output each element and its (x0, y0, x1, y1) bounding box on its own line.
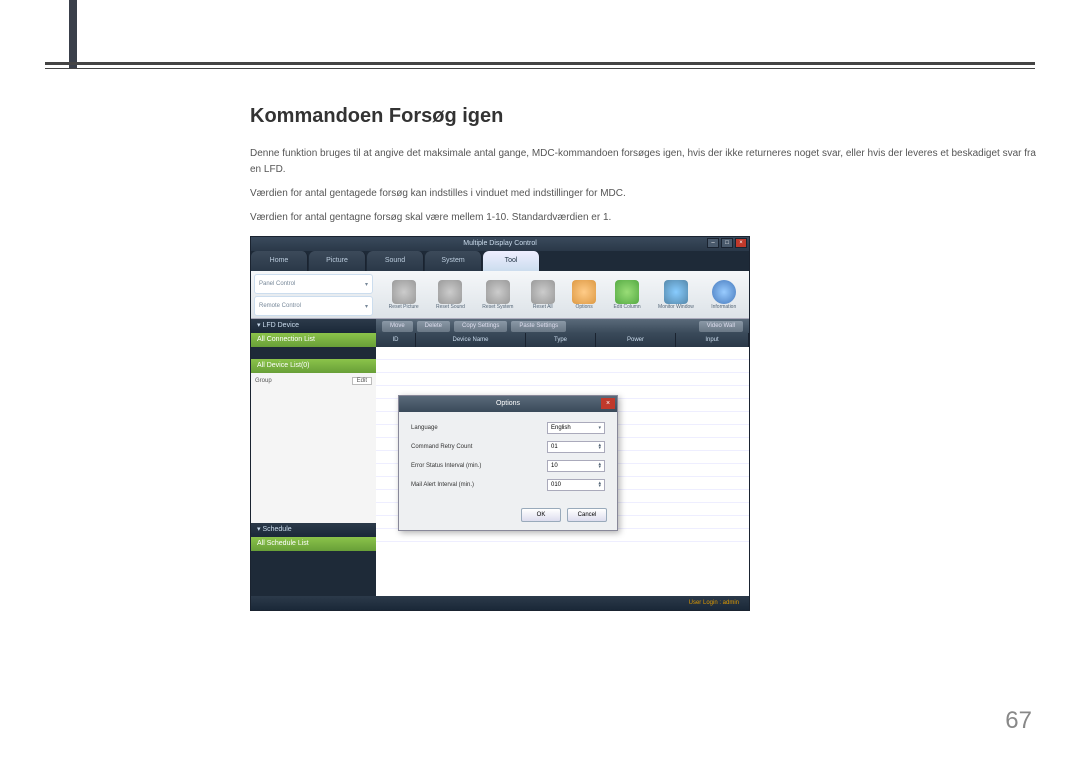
spinner-icon: ▴▾ (598, 463, 601, 469)
dialog-title: Options × (399, 396, 617, 412)
info-icon (712, 280, 736, 304)
error-interval-spinner[interactable]: 10▴▾ (547, 460, 605, 472)
main-area: ▾ LFD Device All Connection List All Dev… (251, 319, 749, 596)
status-bar: User Login : admin (251, 596, 749, 610)
reset-all-icon (531, 280, 555, 304)
sidebar-lfd-header[interactable]: ▾ LFD Device (251, 319, 376, 333)
move-button[interactable]: Move (382, 321, 413, 332)
ok-button[interactable]: OK (521, 508, 561, 522)
dialog-body: Language English▾ Command Retry Count 01… (399, 412, 617, 504)
main-tabs: Home Picture Sound System Tool (251, 251, 749, 271)
reset-picture-icon (392, 280, 416, 304)
tab-home[interactable]: Home (251, 251, 308, 271)
action-bar: Move Delete Copy Settings Paste Settings… (376, 319, 749, 333)
remote-control-dropdown[interactable]: Remote Control ▾ (254, 296, 373, 316)
reset-system-button[interactable]: Reset System (482, 280, 513, 310)
copy-settings-button[interactable]: Copy Settings (454, 321, 507, 332)
sidebar-all-connection[interactable]: All Connection List (251, 333, 376, 347)
tab-system[interactable]: System (425, 251, 482, 271)
sidebar-all-device[interactable]: All Device List(0) (251, 359, 376, 373)
monitor-window-button[interactable]: Monitor Window (658, 280, 694, 310)
retry-count-spinner[interactable]: 01▴▾ (547, 441, 605, 453)
language-select[interactable]: English▾ (547, 422, 605, 434)
table-row (376, 360, 749, 373)
retry-count-label: Command Retry Count (411, 444, 472, 450)
reset-all-button[interactable]: Reset All (531, 280, 555, 310)
video-wall-button[interactable]: Video Wall (699, 321, 743, 332)
column-headers: ID Device Name Type Power Input (376, 333, 749, 347)
sidebar-body: Group Edit (251, 373, 376, 523)
grid-body: Options × Language English▾ Command Retr… (376, 347, 749, 596)
app-screenshot: Multiple Display Control – □ × Home Pict… (250, 236, 750, 611)
reset-sound-button[interactable]: Reset Sound (436, 280, 465, 310)
dialog-close-icon[interactable]: × (601, 398, 615, 409)
tab-sound[interactable]: Sound (367, 251, 424, 271)
table-row (376, 347, 749, 360)
ribbon-icons: Reset Picture Reset Sound Reset System R… (376, 271, 749, 318)
chevron-down-icon: ▾ (598, 427, 601, 430)
sidebar: ▾ LFD Device All Connection List All Dev… (251, 319, 376, 596)
col-device-name[interactable]: Device Name (416, 333, 526, 347)
edit-column-button[interactable]: Edit Column (613, 280, 640, 310)
minimize-icon[interactable]: – (707, 238, 719, 248)
section-heading: Kommandoen Forsøg igen (250, 105, 1040, 128)
content-pane: Move Delete Copy Settings Paste Settings… (376, 319, 749, 596)
spinner-icon: ▴▾ (598, 444, 601, 450)
language-label: Language (411, 425, 438, 431)
panel-control-dropdown[interactable]: Panel Control ▾ (254, 274, 373, 294)
error-interval-label: Error Status Interval (min.) (411, 463, 481, 469)
sidebar-group-label: Group (255, 378, 272, 384)
table-row (376, 373, 749, 386)
col-power[interactable]: Power (596, 333, 676, 347)
page-rule-thin (45, 68, 1035, 69)
sidebar-all-schedule[interactable]: All Schedule List (251, 537, 376, 551)
paragraph-1: Denne funktion bruges til at angive det … (250, 146, 1040, 178)
cancel-button[interactable]: Cancel (567, 508, 607, 522)
delete-button[interactable]: Delete (417, 321, 450, 332)
information-button[interactable]: Information (711, 280, 736, 310)
page-accent (69, 0, 77, 68)
ribbon-left: Panel Control ▾ Remote Control ▾ (251, 271, 376, 318)
mail-interval-label: Mail Alert Interval (min.) (411, 482, 474, 488)
chevron-down-icon: ▾ (365, 303, 368, 310)
monitor-icon (664, 280, 688, 304)
sidebar-schedule-header[interactable]: ▾ Schedule (251, 523, 376, 537)
window-title: Multiple Display Control (463, 240, 537, 247)
maximize-icon[interactable]: □ (721, 238, 733, 248)
col-type[interactable]: Type (526, 333, 596, 347)
ribbon: Panel Control ▾ Remote Control ▾ Reset P… (251, 271, 749, 319)
reset-system-icon (486, 280, 510, 304)
titlebar: Multiple Display Control – □ × (251, 237, 749, 251)
gear-icon (572, 280, 596, 304)
reset-picture-button[interactable]: Reset Picture (389, 280, 419, 310)
content-area: Kommandoen Forsøg igen Denne funktion br… (250, 105, 1040, 611)
reset-sound-icon (438, 280, 462, 304)
tab-picture[interactable]: Picture (309, 251, 366, 271)
page-number: 67 (1005, 707, 1032, 735)
paragraph-3: Værdien for antal gentagne forsøg skal v… (250, 210, 1040, 226)
col-id[interactable]: ID (376, 333, 416, 347)
col-input[interactable]: Input (676, 333, 749, 347)
paragraph-2: Værdien for antal gentagede forsøg kan i… (250, 186, 1040, 202)
tab-tool[interactable]: Tool (483, 251, 540, 271)
paste-settings-button[interactable]: Paste Settings (511, 321, 566, 332)
page-rule-thick (45, 62, 1035, 65)
options-button[interactable]: Options (572, 280, 596, 310)
chevron-down-icon: ▾ (365, 281, 368, 288)
mail-interval-spinner[interactable]: 010▴▾ (547, 479, 605, 491)
columns-icon (615, 280, 639, 304)
close-icon[interactable]: × (735, 238, 747, 248)
options-dialog: Options × Language English▾ Command Retr… (398, 395, 618, 531)
edit-button[interactable]: Edit (352, 377, 372, 385)
spinner-icon: ▴▾ (598, 482, 601, 488)
